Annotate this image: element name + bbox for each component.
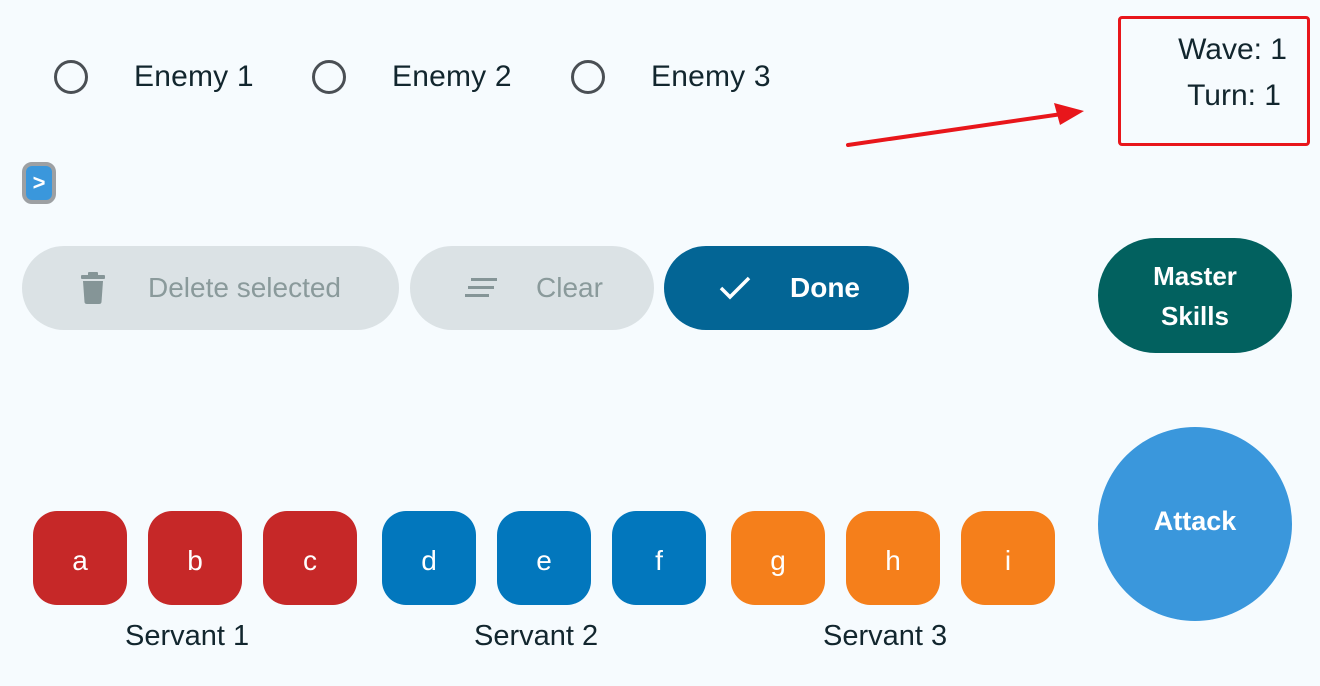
clear-button[interactable]: Clear xyxy=(410,246,654,330)
radio-button-icon[interactable] xyxy=(571,60,605,94)
wave-turn-status: Wave: 1 Turn: 1 xyxy=(1118,16,1310,146)
skill-card-b[interactable]: b xyxy=(148,511,242,605)
skill-card-label: a xyxy=(72,545,88,576)
turn-counter: Turn: 1 xyxy=(1187,79,1281,112)
skill-card-a[interactable]: a xyxy=(33,511,127,605)
skill-card-label: f xyxy=(655,545,663,576)
radio-button-icon[interactable] xyxy=(312,60,346,94)
annotation-arrow xyxy=(846,103,1084,147)
done-label: Done xyxy=(790,272,860,303)
skill-card-label: i xyxy=(1004,545,1012,576)
master-skills-label-line1: Master xyxy=(1153,260,1237,291)
expand-button[interactable]: > xyxy=(22,162,56,204)
servant-3-label: Servant 3 xyxy=(823,620,948,652)
enemy-radio-1[interactable]: Enemy 1 xyxy=(54,56,254,98)
clear-all-icon xyxy=(464,278,498,298)
delete-selected-label: Delete selected xyxy=(148,272,342,303)
master-skills-label-line2: Skills xyxy=(1161,300,1229,331)
skill-card-label: b xyxy=(187,545,203,576)
skill-card-d[interactable]: d xyxy=(382,511,476,605)
skill-card-label: e xyxy=(536,545,552,576)
chevron-right-icon: > xyxy=(32,170,46,195)
enemy-label: Enemy 1 xyxy=(134,60,254,93)
clear-label: Clear xyxy=(536,272,603,303)
skill-card-h[interactable]: h xyxy=(846,511,940,605)
delete-selected-button[interactable]: Delete selected xyxy=(22,246,399,330)
skill-card-e[interactable]: e xyxy=(497,511,591,605)
enemy-label: Enemy 2 xyxy=(392,60,512,93)
radio-button-icon[interactable] xyxy=(54,60,88,94)
enemy-radio-2[interactable]: Enemy 2 xyxy=(312,56,512,98)
skill-card-label: c xyxy=(303,545,317,576)
skill-card-label: h xyxy=(885,545,901,576)
enemy-radio-3[interactable]: Enemy 3 xyxy=(571,56,771,98)
attack-button[interactable]: Attack xyxy=(1098,427,1292,621)
wave-counter: Wave: 1 xyxy=(1178,33,1287,66)
attack-label: Attack xyxy=(1153,505,1237,536)
check-icon xyxy=(718,276,752,300)
skill-card-f[interactable]: f xyxy=(612,511,706,605)
skill-card-c[interactable]: c xyxy=(263,511,357,605)
servant-2-label: Servant 2 xyxy=(474,620,599,652)
skill-card-label: g xyxy=(770,545,786,576)
skill-card-i[interactable]: i xyxy=(961,511,1055,605)
skill-card-g[interactable]: g xyxy=(731,511,825,605)
enemy-label: Enemy 3 xyxy=(651,60,771,93)
master-skills-button[interactable]: Master Skills xyxy=(1098,238,1292,353)
done-button[interactable]: Done xyxy=(664,246,909,330)
skill-card-label: d xyxy=(421,545,437,576)
trash-icon xyxy=(78,272,108,304)
servant-1-label: Servant 1 xyxy=(125,620,250,652)
